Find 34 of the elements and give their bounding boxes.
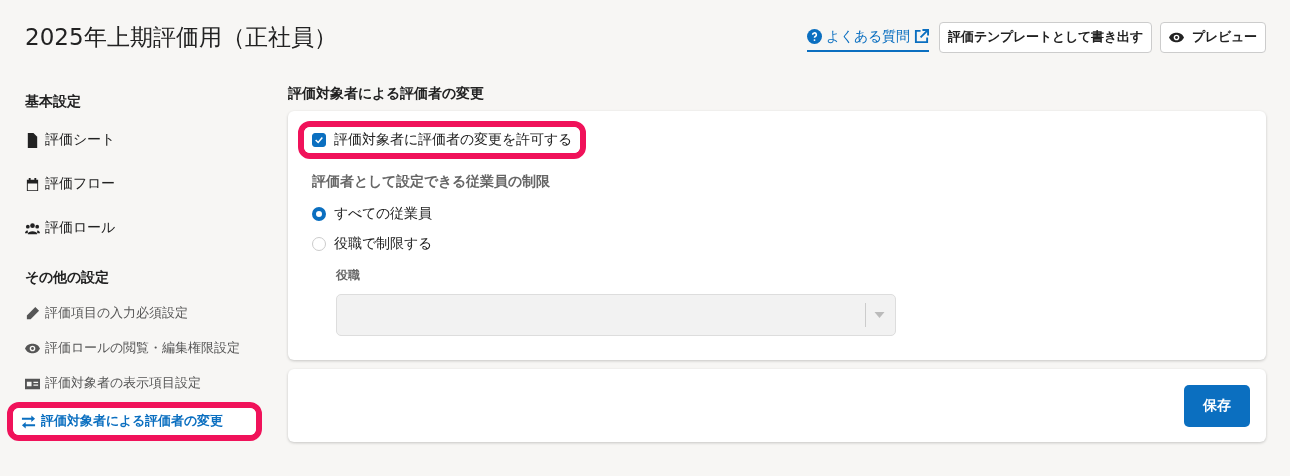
sidebar-item[interactable]: 評価対象者による評価者の変更 [13,408,256,435]
restriction-heading: 評価者として設定できる従業員の制限 [312,173,551,191]
file-icon [25,132,40,148]
allow-checkbox[interactable]: 評価対象者に評価者の変更を許可する [304,127,580,153]
eye-icon [25,341,40,356]
help-icon [807,29,822,44]
sidebar-item[interactable]: 評価対象者の表示項目設定 [25,371,288,396]
sidebar-heading: その他の設定 [25,269,110,287]
radio-button[interactable] [312,207,326,221]
section-heading: 評価対象者による評価者の変更 [288,85,485,103]
radio-option[interactable]: 役職で制限する [312,235,1242,253]
sidebar-item[interactable]: 評価ロールの閲覧・編集権限設定 [25,336,288,361]
swap-icon [21,414,36,429]
eye-icon [1169,30,1184,45]
calendar-icon [25,176,40,192]
page-title: 2025年上期評価用（正社員） [25,23,337,52]
faq-link[interactable]: よくある質問 [807,23,929,52]
dropdown-caret-icon [874,312,885,318]
users-icon [25,220,40,236]
sidebar-item[interactable]: 評価ロール [25,213,288,247]
save-button[interactable]: 保存 [1184,384,1250,427]
radio-option[interactable]: すべての従業員 [312,205,1242,223]
sidebar-item[interactable]: 評価シート [25,125,288,159]
sidebar-item[interactable]: 評価項目の入力必須設定 [25,301,288,326]
idcard-icon [25,376,40,391]
header-button[interactable]: プレビュー [1160,22,1266,53]
pencil-icon [25,306,40,321]
sidebar-item[interactable]: 評価フロー [25,169,288,203]
sidebar-heading: 基本設定 [25,93,82,111]
check-icon [314,135,324,145]
header-button[interactable]: 評価テンプレートとして書き出す [939,22,1152,53]
checkbox[interactable] [312,133,326,147]
field-label: 役職 [336,267,361,284]
external-link-icon [914,29,929,44]
